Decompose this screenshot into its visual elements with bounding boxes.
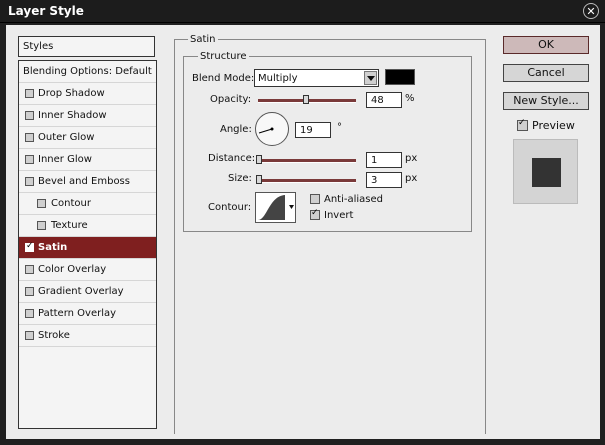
preview-label: Preview bbox=[532, 119, 575, 132]
contour-label: Contour: bbox=[208, 202, 252, 213]
style-item-label: Inner Glow bbox=[38, 154, 92, 165]
style-item-checkbox[interactable] bbox=[25, 265, 34, 274]
satin-color-swatch[interactable] bbox=[385, 69, 415, 85]
invert-checkbox[interactable] bbox=[310, 208, 320, 220]
styles-header-label: Styles bbox=[23, 41, 54, 52]
contour-curve-icon bbox=[258, 195, 294, 220]
opacity-unit: % bbox=[405, 93, 415, 104]
anti-aliased-label: Anti-aliased bbox=[324, 194, 384, 205]
dialog-body: Styles Blending Options: Default Drop Sh… bbox=[6, 25, 600, 439]
size-value: 3 bbox=[371, 175, 378, 186]
angle-value: 19 bbox=[300, 125, 313, 136]
styles-list: Blending Options: Default Drop Shadow Inn… bbox=[18, 60, 157, 429]
style-item-label: Inner Shadow bbox=[38, 110, 107, 121]
style-item-gradient-overlay[interactable]: Gradient Overlay bbox=[19, 281, 156, 303]
style-item-checkbox[interactable] bbox=[25, 133, 34, 142]
blend-mode-label: Blend Mode: bbox=[192, 73, 255, 84]
blending-options-label: Blending Options: Default bbox=[23, 66, 152, 77]
angle-dial[interactable] bbox=[255, 112, 289, 146]
preview-thumbnail bbox=[513, 139, 578, 204]
layer-style-dialog: Layer Style ✕ Styles Blending Options: D… bbox=[0, 0, 605, 445]
style-item-label: Contour bbox=[51, 198, 91, 209]
preview-square bbox=[532, 158, 561, 187]
style-item-label: Stroke bbox=[38, 330, 70, 341]
contour-picker[interactable] bbox=[255, 192, 296, 223]
style-item-checkbox[interactable] bbox=[37, 221, 46, 230]
ok-button[interactable]: OK bbox=[503, 36, 589, 54]
size-unit: px bbox=[405, 173, 418, 184]
style-item-outer-glow[interactable]: Outer Glow bbox=[19, 127, 156, 149]
style-item-pattern-overlay[interactable]: Pattern Overlay bbox=[19, 303, 156, 325]
style-item-color-overlay[interactable]: Color Overlay bbox=[19, 259, 156, 281]
style-item-checkbox[interactable] bbox=[25, 287, 34, 296]
style-item-checkbox[interactable] bbox=[37, 199, 46, 208]
chevron-down-icon[interactable] bbox=[364, 71, 377, 85]
angle-unit: ° bbox=[337, 122, 342, 133]
close-icon[interactable]: ✕ bbox=[583, 3, 599, 19]
style-item-checkbox[interactable] bbox=[25, 241, 34, 252]
style-item-bevel-and-emboss[interactable]: Bevel and Emboss bbox=[19, 171, 156, 193]
style-item-checkbox[interactable] bbox=[25, 177, 34, 186]
distance-label: Distance: bbox=[208, 153, 256, 164]
style-item-checkbox[interactable] bbox=[25, 309, 34, 318]
opacity-slider-thumb[interactable] bbox=[303, 95, 309, 104]
style-item-checkbox[interactable] bbox=[25, 111, 34, 120]
style-item-label: Drop Shadow bbox=[38, 88, 105, 99]
style-item-inner-shadow[interactable]: Inner Shadow bbox=[19, 105, 156, 127]
style-item-label: Texture bbox=[51, 220, 88, 231]
distance-slider-track[interactable] bbox=[258, 159, 356, 163]
style-item-contour[interactable]: Contour bbox=[19, 193, 156, 215]
style-item-texture[interactable]: Texture bbox=[19, 215, 156, 237]
style-item-checkbox[interactable] bbox=[25, 155, 34, 164]
anti-aliased-checkbox[interactable] bbox=[310, 194, 320, 204]
size-slider-track[interactable] bbox=[258, 179, 356, 183]
distance-slider-thumb[interactable] bbox=[256, 155, 262, 164]
preview-checkbox[interactable] bbox=[517, 118, 528, 131]
angle-input[interactable]: 19 bbox=[295, 122, 331, 138]
styles-header[interactable]: Styles bbox=[18, 36, 155, 57]
size-label: Size: bbox=[228, 173, 252, 184]
style-item-label: Pattern Overlay bbox=[38, 308, 117, 319]
style-item-checkbox[interactable] bbox=[25, 89, 34, 98]
title-bar: Layer Style ✕ bbox=[0, 0, 605, 23]
opacity-label: Opacity: bbox=[210, 94, 252, 105]
size-input[interactable]: 3 bbox=[366, 172, 402, 188]
style-item-label: Gradient Overlay bbox=[38, 286, 124, 297]
style-item-stroke[interactable]: Stroke bbox=[19, 325, 156, 347]
style-item-checkbox[interactable] bbox=[25, 331, 34, 340]
style-item-satin[interactable]: Satin bbox=[19, 237, 156, 259]
size-slider-thumb[interactable] bbox=[256, 175, 262, 184]
distance-unit: px bbox=[405, 153, 418, 164]
angle-label: Angle: bbox=[220, 124, 252, 135]
cancel-button[interactable]: Cancel bbox=[503, 64, 589, 82]
distance-value: 1 bbox=[371, 155, 378, 166]
style-item-label: Satin bbox=[38, 242, 68, 253]
angle-indicator-icon bbox=[258, 127, 274, 134]
window-title: Layer Style bbox=[8, 4, 84, 18]
style-item-label: Color Overlay bbox=[38, 264, 107, 275]
style-item-label: Outer Glow bbox=[38, 132, 95, 143]
structure-group-title: Structure bbox=[198, 51, 249, 62]
blend-mode-value: Multiply bbox=[258, 73, 298, 84]
style-item-inner-glow[interactable]: Inner Glow bbox=[19, 149, 156, 171]
blend-mode-select[interactable]: Multiply bbox=[254, 69, 379, 87]
invert-label: Invert bbox=[324, 210, 354, 221]
opacity-value: 48 bbox=[371, 95, 384, 106]
blending-options-item[interactable]: Blending Options: Default bbox=[19, 61, 156, 83]
distance-input[interactable]: 1 bbox=[366, 152, 402, 168]
style-item-label: Bevel and Emboss bbox=[38, 176, 130, 187]
new-style-button[interactable]: New Style... bbox=[503, 92, 589, 110]
style-item-drop-shadow[interactable]: Drop Shadow bbox=[19, 83, 156, 105]
satin-group-title: Satin bbox=[188, 34, 218, 45]
opacity-input[interactable]: 48 bbox=[366, 92, 402, 108]
